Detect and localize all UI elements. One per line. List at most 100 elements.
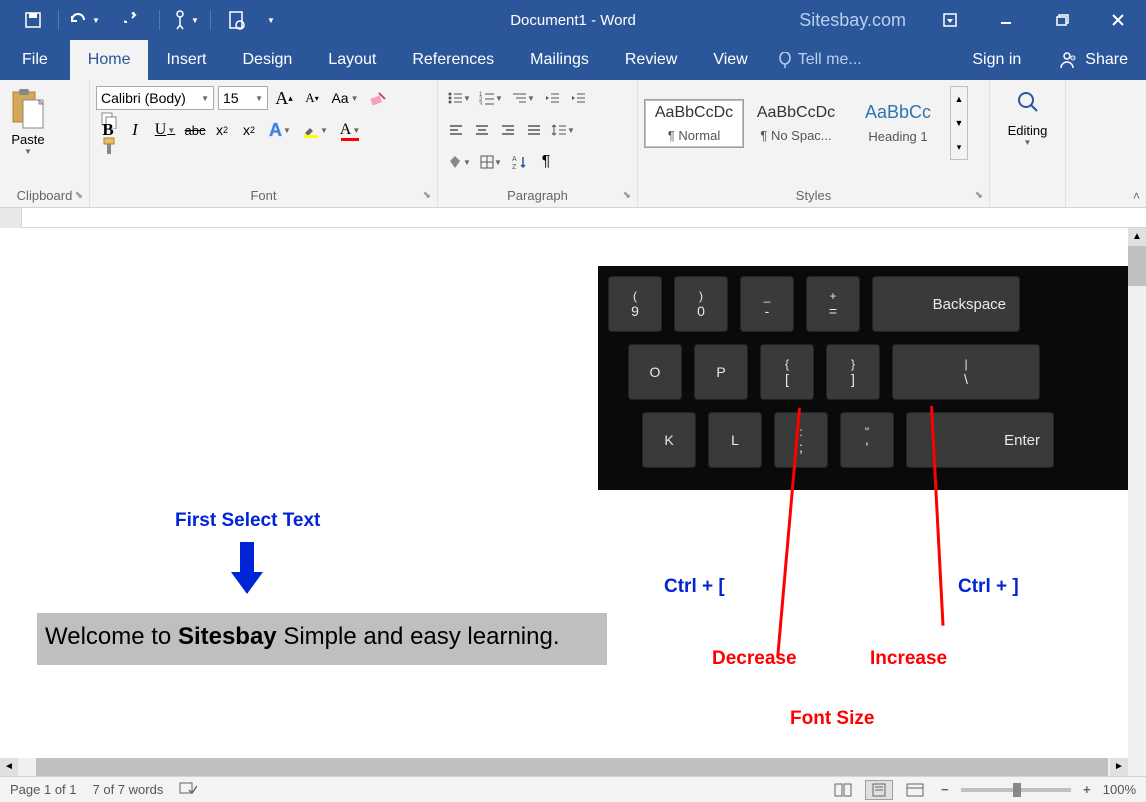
strikethrough-button[interactable]: abc bbox=[183, 118, 207, 142]
zoom-out-button[interactable]: − bbox=[937, 782, 953, 797]
document-title: Document1 - Word bbox=[510, 12, 636, 29]
tab-design[interactable]: Design bbox=[224, 40, 310, 80]
selected-text[interactable]: Welcome to Sitesbay Simple and easy lear… bbox=[37, 613, 607, 665]
paste-button[interactable]: Paste ▼ bbox=[6, 82, 50, 156]
superscript-button[interactable]: x2 bbox=[237, 118, 261, 142]
svg-text:Z: Z bbox=[512, 164, 517, 169]
grow-font-button[interactable]: A▴ bbox=[272, 86, 296, 110]
bullets-button[interactable]: ▼ bbox=[444, 86, 474, 110]
increase-indent-button[interactable] bbox=[566, 86, 590, 110]
ribbon-display-button[interactable] bbox=[922, 0, 978, 40]
tab-view[interactable]: View bbox=[695, 40, 765, 80]
bold-button[interactable]: B bbox=[96, 118, 120, 142]
collapse-ribbon-button[interactable]: ˄ bbox=[1133, 189, 1140, 203]
borders-button[interactable]: ▼ bbox=[476, 150, 506, 174]
minimize-button[interactable] bbox=[978, 0, 1034, 40]
styles-up-button[interactable]: ▲ bbox=[951, 87, 967, 111]
editing-button[interactable]: Editing ▼ bbox=[996, 82, 1059, 147]
align-right-button[interactable] bbox=[496, 118, 520, 142]
clear-formatting-button[interactable] bbox=[366, 86, 390, 110]
clipboard-group: Paste ▼ Clipboard ⬊ bbox=[0, 80, 90, 207]
tell-me-search[interactable]: Tell me... bbox=[766, 40, 874, 80]
styles-label: Styles bbox=[638, 188, 989, 203]
tab-file[interactable]: File bbox=[0, 40, 70, 80]
style-no-spacing[interactable]: AaBbCcDc ¶ No Spac... bbox=[746, 99, 846, 148]
qat-customize-button[interactable]: ▼ bbox=[261, 0, 281, 40]
restore-button[interactable] bbox=[1034, 0, 1090, 40]
paragraph-label: Paragraph bbox=[438, 188, 637, 203]
font-launcher[interactable]: ⬊ bbox=[423, 190, 431, 201]
styles-group: AaBbCcDc ¶ Normal AaBbCcDc ¶ No Spac... … bbox=[638, 80, 990, 207]
tab-review[interactable]: Review bbox=[607, 40, 695, 80]
scroll-thumb[interactable] bbox=[1128, 246, 1146, 286]
hscroll-thumb[interactable] bbox=[36, 758, 1108, 776]
sort-button[interactable]: AZ bbox=[508, 150, 532, 174]
styles-expand-button[interactable]: ▾ bbox=[951, 135, 967, 159]
titlebar: ▼ ▼ ▼ Document1 - Word Sitesbay.com bbox=[0, 0, 1146, 40]
shrink-font-button[interactable]: A▾ bbox=[300, 86, 324, 110]
change-case-button[interactable]: Aa▼ bbox=[328, 86, 362, 110]
quick-access-toolbar: ▼ ▼ ▼ bbox=[0, 0, 281, 40]
line-spacing-button[interactable]: ▼ bbox=[548, 118, 578, 142]
style-heading-1[interactable]: AaBbCc Heading 1 bbox=[848, 97, 948, 149]
web-layout-button[interactable] bbox=[901, 780, 929, 800]
paragraph-launcher[interactable]: ⬊ bbox=[623, 190, 631, 201]
scroll-up-button[interactable]: ▲ bbox=[1128, 228, 1146, 246]
spellcheck-icon[interactable] bbox=[179, 780, 197, 799]
subscript-button[interactable]: x2 bbox=[210, 118, 234, 142]
save-button[interactable] bbox=[8, 0, 58, 40]
tab-home[interactable]: Home bbox=[70, 40, 149, 80]
document-area[interactable]: First Select Text Welcome to Sitesbay Si… bbox=[0, 228, 1146, 776]
scroll-right-button[interactable]: ► bbox=[1110, 758, 1128, 776]
editing-label: Editing bbox=[996, 123, 1059, 138]
keyboard-key: }] bbox=[826, 344, 880, 400]
font-color-button[interactable]: A▼ bbox=[334, 118, 366, 142]
action-increase: Increase bbox=[870, 648, 947, 670]
underline-button[interactable]: U▼ bbox=[150, 118, 180, 142]
zoom-slider[interactable] bbox=[961, 788, 1071, 792]
italic-button[interactable]: I bbox=[123, 118, 147, 142]
highlight-button[interactable]: ▼ bbox=[299, 118, 331, 142]
shading-button[interactable]: ▼ bbox=[444, 150, 474, 174]
styles-launcher[interactable]: ⬊ bbox=[975, 190, 983, 201]
print-preview-button[interactable] bbox=[211, 0, 261, 40]
text-effects-button[interactable]: A▼ bbox=[264, 118, 296, 142]
touch-mode-button[interactable]: ▼ bbox=[160, 0, 210, 40]
zoom-in-button[interactable]: + bbox=[1079, 782, 1095, 797]
zoom-level[interactable]: 100% bbox=[1103, 782, 1136, 797]
scroll-left-button[interactable]: ◄ bbox=[0, 758, 18, 776]
redo-button[interactable] bbox=[109, 0, 159, 40]
style-normal[interactable]: AaBbCcDc ¶ Normal bbox=[644, 99, 744, 148]
font-name-dropdown[interactable]: Calibri (Body) ▼ bbox=[96, 86, 214, 110]
justify-button[interactable] bbox=[522, 118, 546, 142]
window-controls bbox=[922, 0, 1146, 40]
tab-references[interactable]: References bbox=[394, 40, 512, 80]
close-button[interactable] bbox=[1090, 0, 1146, 40]
undo-button[interactable]: ▼ bbox=[59, 0, 109, 40]
tab-insert[interactable]: Insert bbox=[148, 40, 224, 80]
tab-layout[interactable]: Layout bbox=[310, 40, 394, 80]
align-left-button[interactable] bbox=[444, 118, 468, 142]
font-label: Font bbox=[90, 188, 437, 203]
font-size-dropdown[interactable]: 15 ▼ bbox=[218, 86, 268, 110]
paragraph-group: ▼ 123▼ ▼ ▼ ▼ ▼ AZ ¶ Paragraph ⬊ bbox=[438, 80, 638, 207]
read-mode-button[interactable] bbox=[829, 780, 857, 800]
tab-mailings[interactable]: Mailings bbox=[512, 40, 607, 80]
annotation-select-text: First Select Text bbox=[175, 510, 320, 532]
vertical-scrollbar[interactable]: ▲ bbox=[1128, 228, 1146, 776]
word-count[interactable]: 7 of 7 words bbox=[93, 782, 164, 797]
align-center-button[interactable] bbox=[470, 118, 494, 142]
styles-down-button[interactable]: ▼ bbox=[951, 111, 967, 135]
decrease-indent-button[interactable] bbox=[540, 86, 564, 110]
signin-button[interactable]: Sign in bbox=[954, 40, 1039, 80]
print-layout-button[interactable] bbox=[865, 780, 893, 800]
page-indicator[interactable]: Page 1 of 1 bbox=[10, 782, 77, 797]
ribbon-tabs: File Home Insert Design Layout Reference… bbox=[0, 40, 1146, 80]
horizontal-scrollbar[interactable]: ◄ ► bbox=[0, 758, 1128, 776]
multilevel-button[interactable]: ▼ bbox=[508, 86, 538, 110]
numbering-button[interactable]: 123▼ bbox=[476, 86, 506, 110]
show-marks-button[interactable]: ¶ bbox=[534, 150, 558, 174]
share-button[interactable]: Share bbox=[1039, 40, 1146, 80]
clipboard-launcher[interactable]: ⬊ bbox=[75, 190, 83, 201]
brand-text: Sitesbay.com bbox=[799, 10, 906, 31]
